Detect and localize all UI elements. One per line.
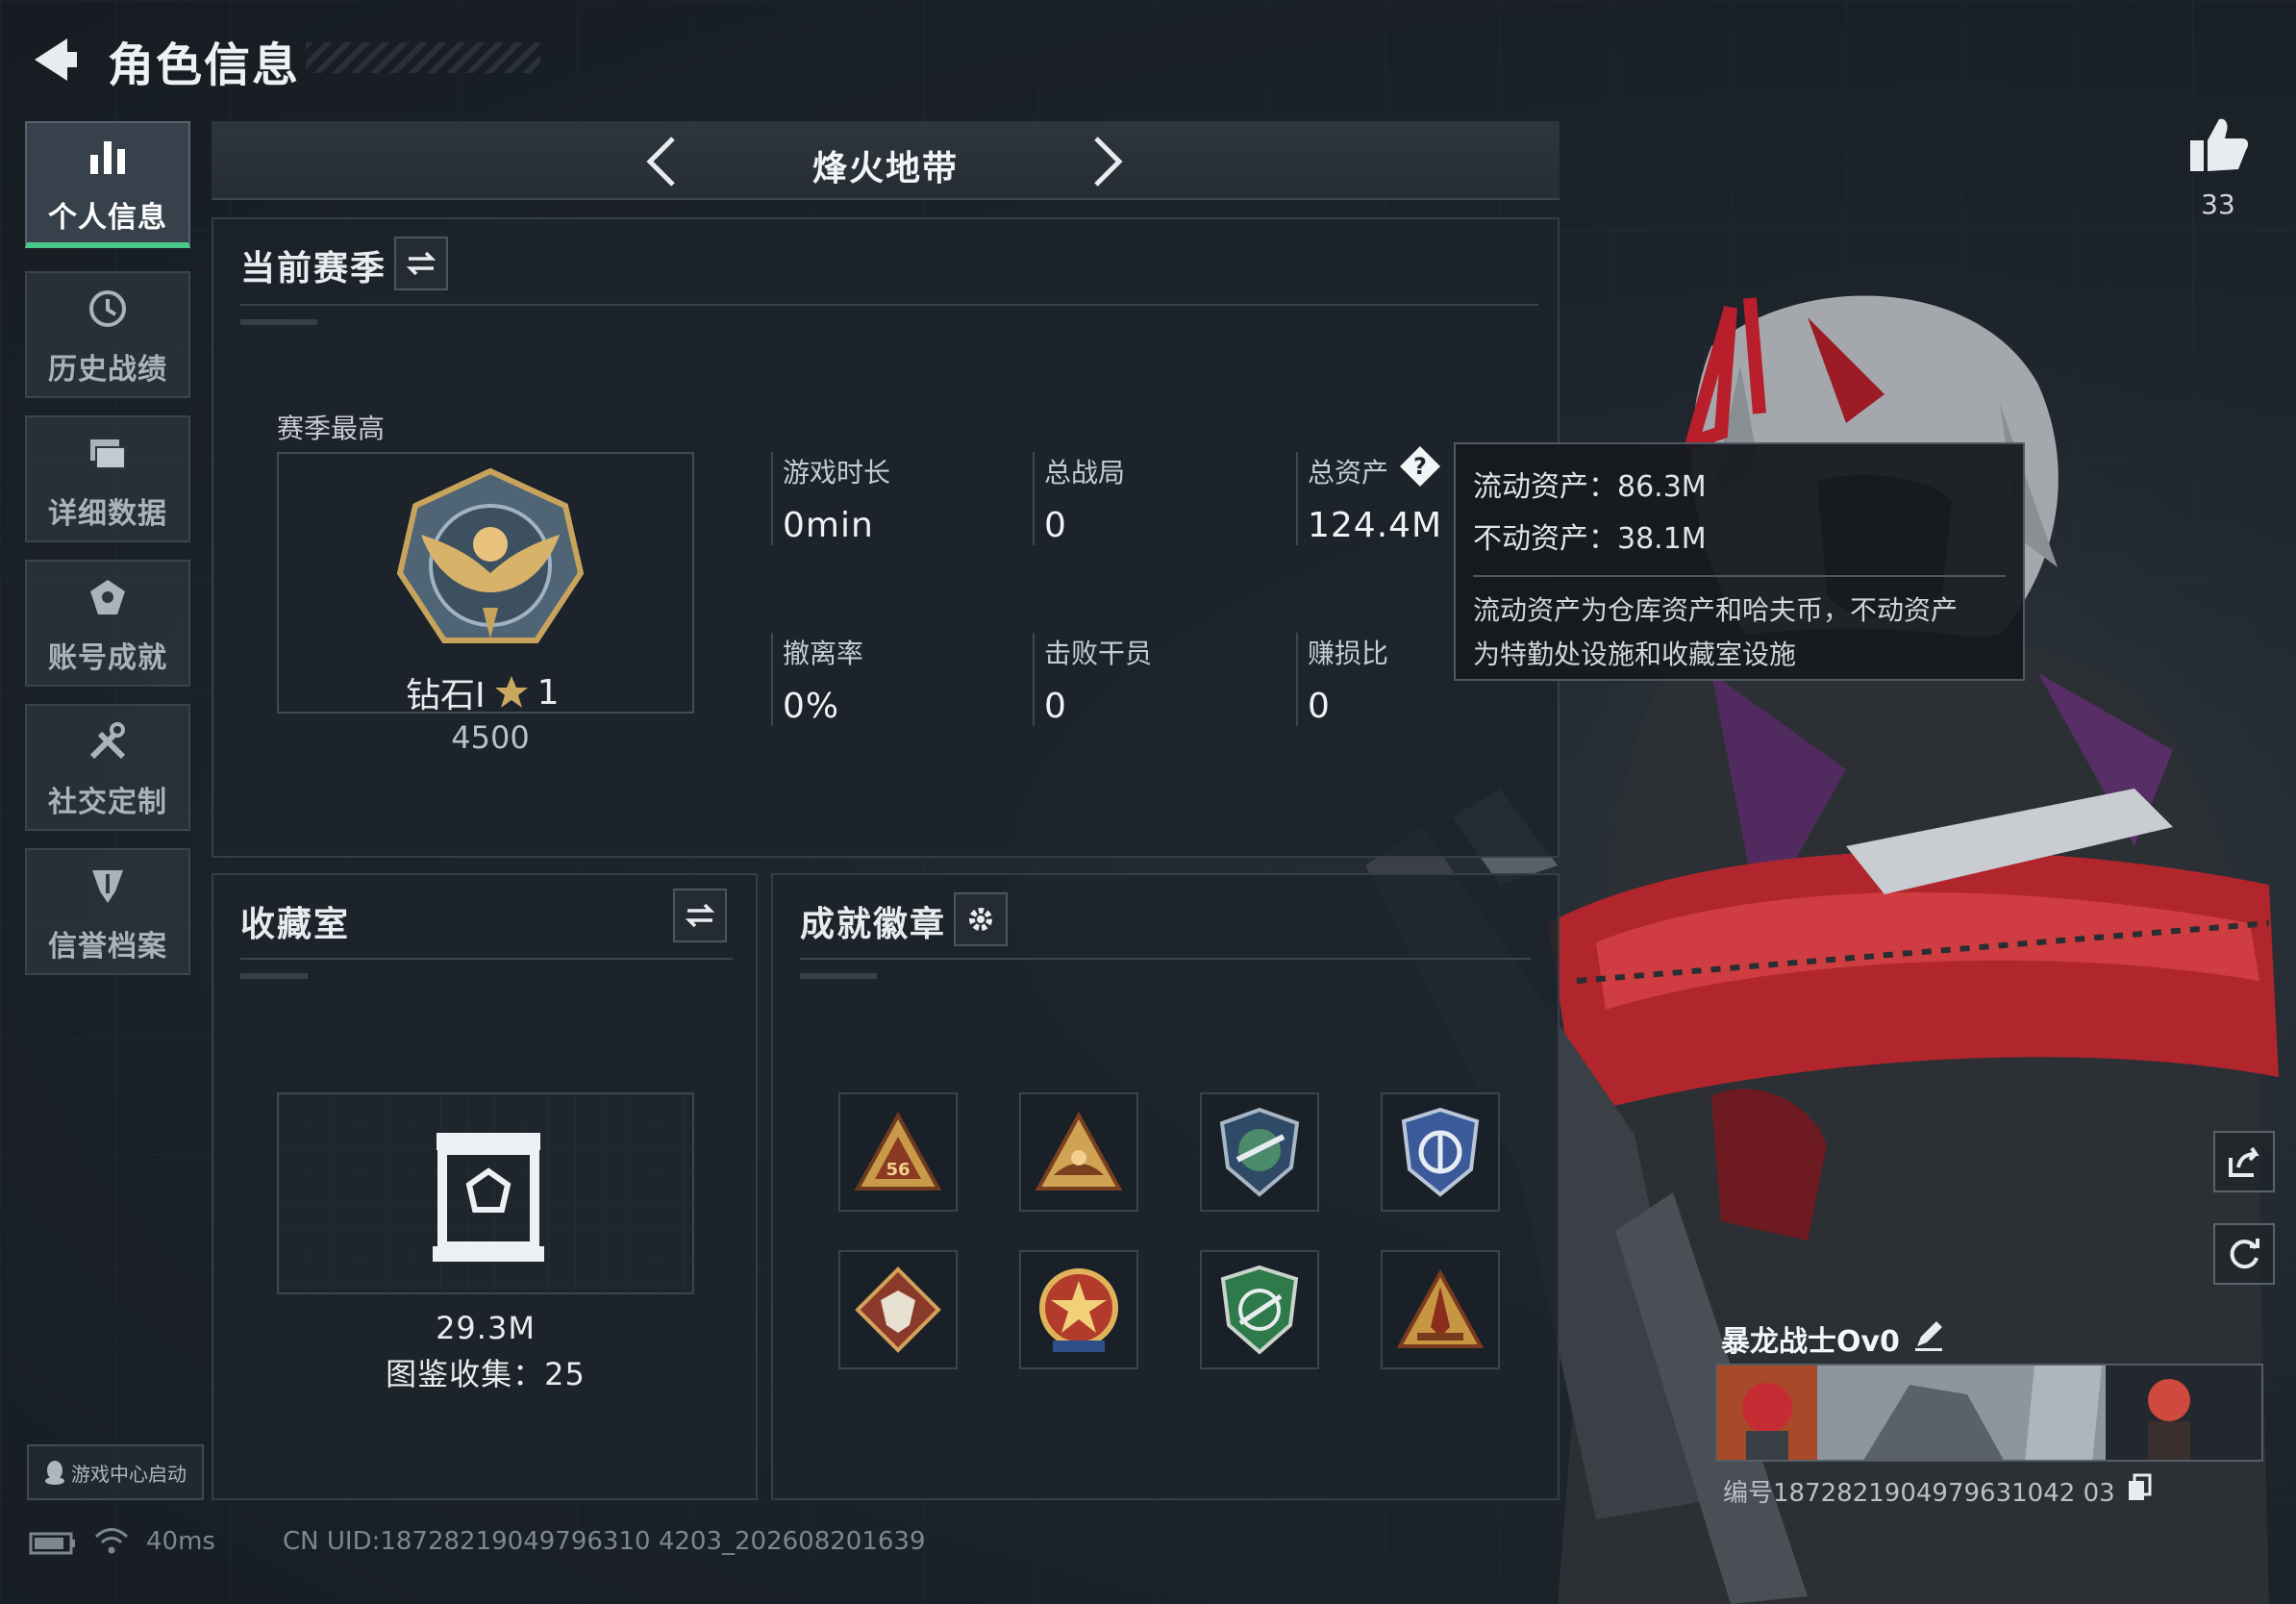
bar-chart-icon (81, 130, 135, 184)
edit-pencil-icon[interactable] (1911, 1317, 1946, 1352)
stat-play-time: 游戏时长 0min (771, 452, 1002, 545)
rank-score: 4500 (451, 719, 530, 756)
share-button[interactable] (2213, 1131, 2275, 1192)
nav-label: 详细数据 (48, 497, 167, 531)
thumbs-up-icon[interactable] (2186, 113, 2250, 177)
back-arrow-icon[interactable] (29, 35, 83, 85)
qq-penguin-icon (45, 1461, 64, 1485)
banner-artwork (1717, 1366, 2261, 1460)
rank-star-count: 1 (537, 672, 560, 713)
uid-readout: CN UID:18728219049796310 4203_2026082016… (283, 1527, 926, 1556)
switch-season-button[interactable] (394, 237, 448, 290)
stat-extract-rate: 撤离率 0% (771, 633, 1002, 726)
decor-text (240, 973, 308, 979)
section-divider (800, 958, 1531, 960)
swap-icon (685, 903, 715, 928)
nav-item-social-custom[interactable]: 社交定制 (25, 704, 190, 831)
liquid-assets: 流动资产：86.3M (1473, 470, 1707, 504)
title-decoration (306, 42, 540, 73)
wolf-diamond-badge-icon[interactable] (838, 1250, 958, 1369)
nav-item-personal-info[interactable]: 个人信息 (25, 121, 190, 248)
collection-display[interactable] (277, 1092, 694, 1294)
triangle-wings-badge-icon[interactable] (1019, 1092, 1138, 1212)
game-center-label: 游戏中心启动 (71, 1462, 187, 1486)
game-center-launch-button[interactable]: 游戏中心启动 (27, 1444, 204, 1500)
rank-name: 钻石Ⅰ (406, 676, 486, 715)
season-title: 当前赛季 (240, 249, 387, 288)
tools-icon (81, 714, 135, 768)
refresh-button[interactable] (2213, 1223, 2275, 1285)
season-best-label: 赛季最高 (277, 413, 386, 444)
diamond-rank-emblem-icon (396, 467, 585, 643)
section-divider (240, 304, 1538, 306)
refresh-icon (2230, 1239, 2259, 1269)
folder-icon (81, 426, 135, 480)
svg-text:56: 56 (886, 1160, 910, 1180)
star-medal-badge-icon[interactable] (1019, 1250, 1138, 1369)
nav-item-credit-record[interactable]: 信誉档案 (25, 848, 190, 975)
player-id: 编号1872821904979631042 03 (1723, 1479, 2115, 1508)
gear-icon (969, 908, 992, 931)
like-count: 33 (2201, 188, 2235, 220)
collection-title: 收藏室 (240, 905, 351, 944)
collection-value: 29.3M (436, 1310, 536, 1346)
badges-title: 成就徽章 (800, 905, 947, 944)
player-name: 暴龙战士Ov0 (1721, 1325, 1900, 1359)
nav-label: 历史战绩 (48, 353, 167, 387)
triangle-rocket-badge-icon[interactable] (1381, 1250, 1500, 1369)
shield-rifle-badge-icon[interactable] (1200, 1092, 1319, 1212)
nav-item-detail-data[interactable]: 详细数据 (25, 415, 190, 542)
blue-shield-badge-icon[interactable] (1381, 1092, 1500, 1212)
mode-title: 烽火地带 (811, 149, 959, 188)
tooltip-desc-line1: 流动资产为仓库资产和哈夫币，不动资产 (1473, 594, 1959, 626)
nav-item-achievements[interactable]: 账号成就 (25, 560, 190, 687)
help-diamond-icon[interactable]: ? (1398, 444, 1442, 489)
badge-settings-button[interactable] (954, 892, 1008, 946)
catalog-count: 图鉴收集：25 (386, 1356, 586, 1392)
switch-collection-button[interactable] (673, 889, 727, 942)
swap-icon (406, 251, 437, 276)
star-icon (494, 676, 528, 708)
current-season-panel: 当前赛季 赛季最高 钻石Ⅰ 1 4500 游戏时长 0min 总战局 0 总资产… (212, 217, 1560, 858)
history-clock-icon (81, 282, 135, 336)
stat-total-matches: 总战局 0 (1033, 452, 1263, 545)
achievement-badges-panel: 成就徽章 56 (771, 873, 1560, 1500)
stat-profit-loss-ratio: 赚损比 0 (1296, 633, 1440, 726)
display-case-icon (433, 1133, 544, 1262)
green-shield-badge-icon[interactable] (1200, 1250, 1319, 1369)
nav-label: 信誉档案 (48, 930, 167, 964)
collection-room-panel: 收藏室 29.3M 图鉴收集：25 (212, 873, 758, 1500)
tooltip-divider (1473, 575, 2006, 577)
svg-text:?: ? (1413, 453, 1427, 480)
stat-operators-defeated: 击败干员 0 (1033, 633, 1263, 726)
credit-shield-icon (81, 859, 135, 913)
share-icon (2229, 1146, 2259, 1177)
nav-label: 个人信息 (48, 201, 167, 235)
achievement-icon (81, 570, 135, 624)
fixed-assets: 不动资产：38.1M (1473, 522, 1707, 556)
asset-tooltip: 流动资产：86.3M 不动资产：38.1M 流动资产为仓库资产和哈夫币，不动资产… (1454, 442, 2025, 681)
nav-item-history[interactable]: 历史战绩 (25, 271, 190, 398)
page-title: 角色信息 (108, 38, 301, 92)
decor-text (240, 319, 317, 325)
battery-icon (29, 1532, 75, 1555)
chevron-right-icon[interactable] (1077, 133, 1135, 190)
tooltip-desc-line2: 为特勤处设施和收藏室设施 (1473, 639, 1797, 670)
rank-name-row: 钻石Ⅰ 1 (406, 667, 560, 717)
player-banner[interactable] (1715, 1364, 2263, 1462)
ping-readout: 40ms (146, 1527, 215, 1556)
nav-label: 社交定制 (48, 786, 167, 819)
triangle-56-badge-icon[interactable]: 56 (838, 1092, 958, 1212)
section-divider (240, 958, 733, 960)
nav-label: 账号成就 (48, 641, 167, 675)
decor-text (800, 973, 877, 979)
wifi-icon (94, 1528, 129, 1554)
mode-selector: 烽火地带 (212, 121, 1560, 200)
copy-icon[interactable] (2125, 1473, 2154, 1502)
